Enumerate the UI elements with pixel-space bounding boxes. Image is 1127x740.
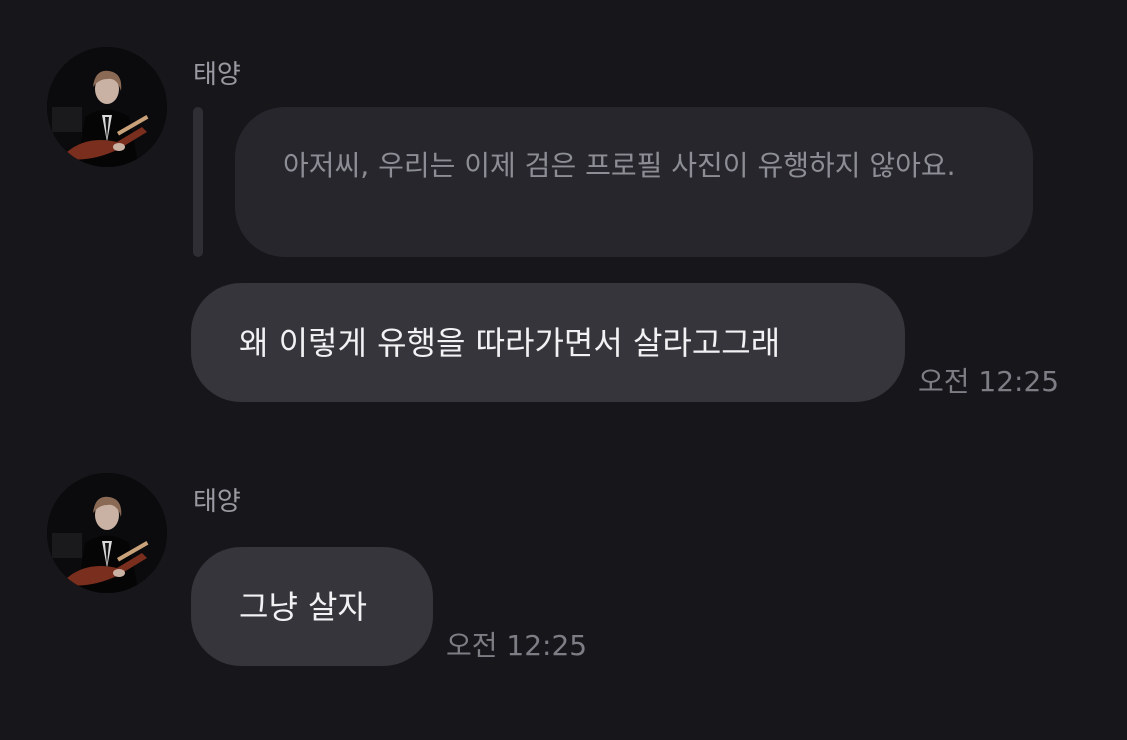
message-timestamp: 오전 12:25 xyxy=(446,629,588,662)
avatar[interactable] xyxy=(47,47,167,167)
quoted-message-bubble[interactable]: 아저씨, 우리는 이제 검은 프로필 사진이 유행하지 않아요. xyxy=(235,107,1033,257)
quote-bar xyxy=(193,107,203,257)
avatar-photo-icon xyxy=(47,47,167,167)
message-timestamp: 오전 12:25 xyxy=(918,365,1060,398)
avatar[interactable] xyxy=(47,473,167,593)
message-bubble[interactable]: 그냥 살자 xyxy=(191,547,433,666)
message-bubble[interactable]: 왜 이렇게 유행을 따라가면서 살라고그래 xyxy=(191,283,905,402)
chat-window: 태양 아저씨, 우리는 이제 검은 프로필 사진이 유행하지 않아요. 왜 이렇… xyxy=(0,0,1127,740)
sender-name: 태양 xyxy=(193,487,241,517)
avatar-photo-icon xyxy=(47,473,167,593)
sender-name: 태양 xyxy=(193,60,241,90)
